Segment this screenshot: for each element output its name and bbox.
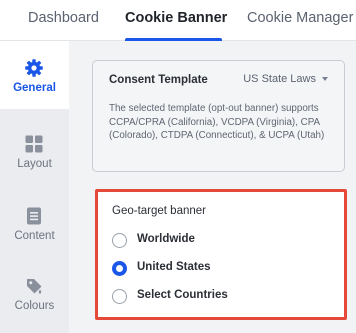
- sidebar-item-label: Colours: [14, 300, 55, 312]
- consent-template-title: Consent Template: [109, 74, 208, 86]
- consent-template-description: The selected template (opt-out banner) s…: [109, 103, 325, 141]
- radio-button-checked[interactable]: [112, 261, 127, 276]
- sidebar: General Layout Content Colours: [0, 41, 69, 333]
- radio-button[interactable]: [112, 289, 127, 304]
- tab-cookie-banner[interactable]: Cookie Banner: [125, 10, 227, 41]
- radio-option-select-countries[interactable]: Select Countries: [112, 287, 312, 307]
- gear-icon: [25, 59, 43, 77]
- radio-option-worldwide[interactable]: Worldwide: [112, 231, 312, 251]
- sidebar-item-content[interactable]: Content: [0, 189, 69, 257]
- radio-button[interactable]: [112, 233, 127, 248]
- tab-cookie-manager[interactable]: Cookie Manager: [247, 10, 353, 41]
- geo-target-title: Geo-target banner: [112, 205, 206, 217]
- document-icon: [27, 207, 41, 225]
- radio-label: Worldwide: [137, 233, 195, 245]
- top-tab-bar: Dashboard Cookie Banner Cookie Manager: [0, 0, 356, 41]
- sidebar-item-label: Layout: [17, 158, 52, 170]
- paint-tag-icon: [27, 279, 42, 294]
- consent-template-select[interactable]: US State Laws: [243, 73, 328, 85]
- consent-template-selected-value: US State Laws: [243, 73, 316, 85]
- sidebar-item-general[interactable]: General: [0, 41, 69, 109]
- radio-label: United States: [137, 261, 211, 273]
- grid-icon: [25, 135, 43, 153]
- tab-dashboard[interactable]: Dashboard: [28, 10, 99, 41]
- geo-target-card: Geo-target banner Worldwide United State…: [95, 189, 347, 320]
- chevron-down-icon: [322, 77, 328, 82]
- sidebar-item-label: General: [13, 82, 56, 94]
- consent-template-card: Consent Template US State Laws The selec…: [92, 60, 345, 172]
- sidebar-item-label: Content: [14, 230, 55, 242]
- radio-label: Select Countries: [137, 289, 228, 301]
- radio-option-united-states[interactable]: United States: [112, 259, 312, 279]
- sidebar-item-colours[interactable]: Colours: [0, 259, 69, 327]
- sidebar-item-layout[interactable]: Layout: [0, 117, 69, 185]
